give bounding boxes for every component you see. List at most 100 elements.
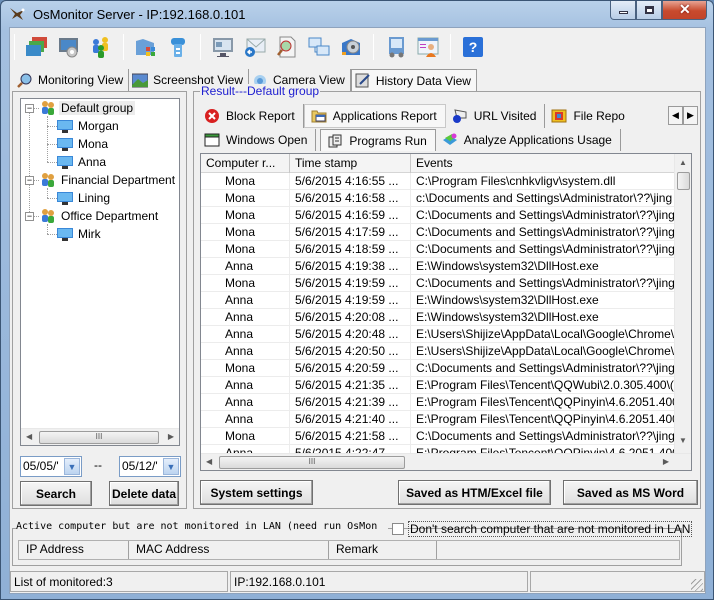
cell-timestamp: 5/6/2015 4:21:58 ...: [290, 428, 411, 444]
tab-block-report[interactable]: Block Report: [198, 104, 304, 128]
table-row[interactable]: Mona 5/6/2015 4:19:59 ... C:\Documents and…: [201, 275, 675, 292]
table-row[interactable]: Anna 5/6/2015 4:21:35 ... E:\Program Files…: [201, 377, 675, 394]
save-ms-word-button[interactable]: Saved as MS Word: [563, 480, 698, 505]
tree-group-financial[interactable]: Financial Department: [39, 171, 177, 189]
tree-group-office[interactable]: Office Department: [39, 207, 160, 225]
analyze-icon: [442, 133, 457, 145]
column-header-mac[interactable]: MAC Address: [129, 541, 329, 559]
tab-applications-report[interactable]: Applications Report: [303, 104, 446, 128]
table-row[interactable]: Mona 5/6/2015 4:20:59 ... C:\Documents and…: [201, 360, 675, 377]
tab-programs-run[interactable]: Programs Run: [320, 129, 436, 151]
column-header-ip[interactable]: IP Address: [19, 541, 129, 559]
tab-analyze-applications-usage[interactable]: Analyze Applications Usage: [436, 129, 621, 151]
table-row[interactable]: Anna 5/6/2015 4:20:48 ... E:\Users\Shijize…: [201, 326, 675, 343]
scroll-down-icon[interactable]: ▼: [679, 436, 687, 445]
screen-icon[interactable]: [209, 33, 237, 61]
cell-event: c:\Documents and Settings\Administrator\…: [416, 191, 673, 205]
network-icon[interactable]: [305, 33, 333, 61]
table-row[interactable]: Anna 5/6/2015 4:21:39 ... E:\Program Files…: [201, 394, 675, 411]
table-vertical-scrollbar[interactable]: ▲ ▼: [674, 154, 691, 453]
tree-item-computer[interactable]: Morgan: [57, 117, 121, 135]
url-icon: [452, 109, 467, 123]
user-card-icon[interactable]: [414, 33, 442, 61]
tree-group-default[interactable]: Default group: [39, 99, 136, 117]
scroll-left-icon[interactable]: ◀: [26, 432, 32, 441]
table-row[interactable]: Mona 5/6/2015 4:21:58 ... C:\Documents and…: [201, 428, 675, 445]
dont-search-checkbox-label[interactable]: Don't search computer that are not monit…: [408, 521, 693, 537]
tree-item-computer[interactable]: Lining: [57, 189, 112, 207]
table-row[interactable]: Mona 5/6/2015 4:16:55 ... C:\Program Files…: [201, 173, 675, 190]
date-to-picker[interactable]: 05/12/' ▼: [119, 456, 181, 477]
table-row[interactable]: Anna 5/6/2015 4:19:38 ... E:\Windows\syste…: [201, 258, 675, 275]
help-icon[interactable]: ?: [459, 33, 487, 61]
tree-item-computer[interactable]: Mona: [57, 135, 110, 153]
settings-monitor-icon[interactable]: [55, 33, 83, 61]
tab-url-visited[interactable]: URL Visited: [446, 104, 546, 128]
tree-item-computer[interactable]: Anna: [57, 153, 108, 171]
column-header-events[interactable]: Events: [411, 154, 675, 173]
document-search-icon[interactable]: [273, 33, 301, 61]
notebook-icon[interactable]: [382, 33, 410, 61]
tree-horizontal-scrollbar[interactable]: ◀ III ▶: [21, 428, 179, 445]
chevron-down-icon[interactable]: ▼: [64, 458, 80, 475]
eagle-app-icon: [10, 8, 25, 20]
cell-event: E:\Program Files\Tencent\QQWubi\2.0.305.…: [416, 378, 674, 392]
cell-timestamp: 5/6/2015 4:19:59 ...: [290, 292, 411, 308]
column-header-empty[interactable]: [437, 541, 679, 559]
date-from-picker[interactable]: 05/05/' ▼: [20, 456, 82, 477]
save-htm-excel-button[interactable]: Saved as HTM/Excel file: [398, 480, 551, 505]
maximize-button[interactable]: [636, 1, 662, 20]
scroll-up-icon[interactable]: ▲: [679, 158, 687, 167]
column-header-timestamp[interactable]: Time stamp: [290, 154, 411, 173]
usb-icon[interactable]: [164, 33, 192, 61]
tab-label: History Data View: [375, 73, 471, 88]
dont-search-checkbox[interactable]: [392, 523, 404, 535]
disk-icon[interactable]: [337, 33, 365, 61]
system-settings-button[interactable]: System settings: [200, 480, 313, 505]
table-row[interactable]: Anna 5/6/2015 4:19:59 ... E:\Windows\syste…: [201, 292, 675, 309]
chevron-down-icon[interactable]: ▼: [163, 458, 179, 475]
column-header-computer[interactable]: Computer r...: [201, 154, 290, 173]
tree-item-computer[interactable]: Mirk: [57, 225, 103, 243]
cell-computer: Anna: [201, 326, 290, 342]
column-header-remark[interactable]: Remark: [329, 541, 437, 559]
resize-grip[interactable]: [691, 579, 703, 591]
tab-scroll-right-button[interactable]: ▶: [683, 106, 698, 125]
table-horizontal-scrollbar[interactable]: ◀ III ▶: [201, 453, 691, 470]
tab-scroll-left-button[interactable]: ◀: [668, 106, 683, 125]
windows-icon[interactable]: [23, 33, 51, 61]
cell-timestamp: 5/6/2015 4:18:59 ...: [290, 241, 411, 257]
table-row[interactable]: Anna 5/6/2015 4:20:50 ... E:\Users\Shijize…: [201, 343, 675, 360]
scroll-thumb[interactable]: III: [39, 431, 159, 444]
tab-history-data-view[interactable]: History Data View: [350, 69, 477, 91]
title-bar[interactable]: OsMonitor Server - IP:192.168.0.101 ✕: [1, 1, 713, 27]
scroll-left-icon[interactable]: ◀: [206, 457, 212, 466]
scroll-right-icon[interactable]: ▶: [663, 457, 669, 466]
tab-windows-open[interactable]: Windows Open: [198, 129, 317, 151]
folder-apps-icon[interactable]: [132, 33, 160, 61]
tab-monitoring-view[interactable]: Monitoring View: [14, 69, 130, 91]
users-icon[interactable]: [87, 33, 115, 61]
close-button[interactable]: ✕: [662, 1, 707, 20]
minimize-button[interactable]: [610, 1, 636, 20]
tab-file-report[interactable]: File Repo: [545, 104, 625, 128]
table-row[interactable]: Mona 5/6/2015 4:17:59 ... C:\Documents and…: [201, 224, 675, 241]
table-row[interactable]: Mona 5/6/2015 4:16:58 ... c:\Documents and…: [201, 190, 675, 207]
client-area: ? Monitoring View Screenshot View Camera…: [9, 27, 706, 594]
scroll-thumb[interactable]: III: [219, 456, 405, 469]
search-button[interactable]: Search: [20, 481, 92, 506]
table-row[interactable]: Mona 5/6/2015 4:16:59 ... C:\Documents and…: [201, 207, 675, 224]
collapse-toggle[interactable]: −: [25, 212, 34, 221]
mail-reply-icon[interactable]: [241, 33, 269, 61]
window-icon: [204, 133, 220, 147]
table-row[interactable]: Anna 5/6/2015 4:21:40 ... E:\Program Files…: [201, 411, 675, 428]
table-row[interactable]: Mona 5/6/2015 4:18:59 ... C:\Documents and…: [201, 241, 675, 258]
delete-data-button[interactable]: Delete data: [109, 481, 179, 506]
scroll-thumb[interactable]: [677, 172, 690, 190]
scroll-right-icon[interactable]: ▶: [168, 432, 174, 441]
table-row[interactable]: Anna 5/6/2015 4:20:08 ... E:\Windows\syste…: [201, 309, 675, 326]
computer-tree[interactable]: − Default group Morgan Mona Anna − Finan…: [20, 98, 180, 446]
collapse-toggle[interactable]: −: [25, 176, 34, 185]
programs-run-table: Computer r... Time stamp Events Mona 5/6/…: [200, 153, 692, 471]
collapse-toggle[interactable]: −: [25, 104, 34, 113]
